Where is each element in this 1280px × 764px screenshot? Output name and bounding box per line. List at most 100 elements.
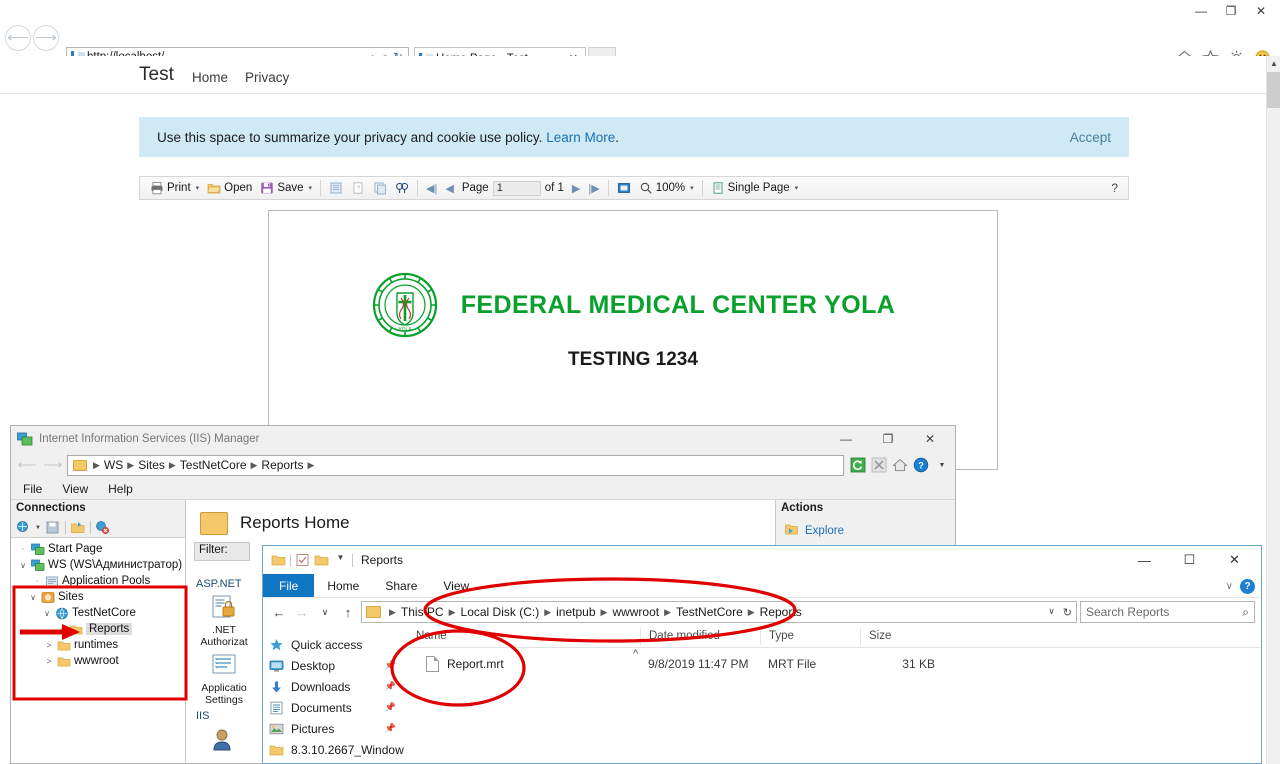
column-header-type[interactable]: Type (760, 628, 860, 645)
tree-node-application-pools[interactable]: ‧ Application Pools (14, 573, 185, 589)
tree-node-testnetcore[interactable]: ∨ TestNetCore (14, 605, 185, 621)
feature-label-application-settings[interactable]: Applicatio Settings (194, 682, 254, 706)
refresh-icon[interactable]: ↻ (1063, 606, 1072, 619)
tree-expander[interactable]: ∨ (28, 593, 38, 602)
help-button[interactable]: ? (1111, 181, 1122, 195)
column-header-date-modified[interactable]: Date modified (640, 628, 760, 645)
fullscreen-button[interactable] (613, 178, 635, 198)
last-page-button[interactable]: |▶ (584, 182, 603, 195)
tree-node-start-page[interactable]: ‧ Start Page (14, 541, 185, 557)
nav-item-quick-access[interactable]: Quick access (269, 634, 408, 655)
explorer-breadcrumb[interactable]: ▶ This PC ▶ Local Disk (C:) ▶ inetpub ▶ … (361, 601, 1077, 623)
search-input[interactable]: Search Reports ⌕ (1080, 601, 1255, 623)
breadcrumb-item-this-pc[interactable]: This PC (401, 605, 444, 619)
accept-button[interactable]: Accept (1070, 130, 1111, 145)
help-icon[interactable]: ? (912, 456, 930, 474)
column-header-size[interactable]: Size (860, 628, 935, 645)
view-mode-control[interactable]: Single Page ▾ (707, 178, 803, 198)
tree-node-ws[interactable]: ∨ WS (WS\Администратор) (14, 557, 185, 573)
ribbon-tab-share[interactable]: Share (372, 574, 430, 597)
nav-item-windows-folder[interactable]: 8.3.10.2667_Window (269, 739, 408, 760)
tree-node-wwwroot[interactable]: > wwwroot (14, 653, 185, 669)
view-mode-caret-icon[interactable]: ▾ (793, 184, 799, 192)
explorer-minimize-button[interactable]: — (1122, 547, 1167, 574)
zoom-caret-icon[interactable]: ▾ (688, 184, 694, 192)
site-brand[interactable]: Test (139, 64, 174, 86)
breadcrumb-item-testnetcore[interactable]: TestNetCore (676, 605, 743, 619)
explorer-close-button[interactable]: ✕ (1212, 547, 1257, 574)
home-icon[interactable] (891, 456, 909, 474)
help-caret-icon[interactable]: ▼ (933, 456, 951, 474)
browser-minimize-button[interactable]: — (1186, 2, 1216, 20)
find-button[interactable] (391, 178, 413, 198)
pin-icon[interactable]: 📌 (385, 681, 396, 692)
customize-caret-icon[interactable]: ▼ (333, 553, 348, 567)
parameters-button[interactable]: ? (347, 178, 369, 198)
application-settings-icon[interactable] (209, 652, 239, 680)
authentication-icon[interactable] (209, 726, 239, 754)
connect-caret-icon[interactable]: ▼ (35, 525, 41, 531)
open-button[interactable]: Open (203, 178, 256, 198)
tree-expander[interactable]: > (44, 641, 54, 650)
breadcrumb-item-wwwroot[interactable]: wwwroot (612, 605, 659, 619)
iis-close-button[interactable]: ✕ (909, 427, 951, 451)
properties-icon[interactable] (295, 553, 310, 567)
column-header-name[interactable]: Name (408, 628, 640, 645)
back-icon[interactable]: ← (269, 605, 289, 620)
iis-breadcrumb[interactable]: ▶ WS ▶ Sites ▶ TestNetCore ▶ Reports ▶ (67, 454, 844, 476)
search-icon[interactable]: ⌕ (1242, 605, 1249, 620)
iis-back-icon[interactable]: ⟵ (15, 454, 39, 476)
nav-item-downloads[interactable]: Downloads 📌 (269, 676, 408, 697)
breadcrumb-item-local-disk[interactable]: Local Disk (C:) (461, 605, 540, 619)
stop-icon[interactable] (870, 456, 888, 474)
tree-expander[interactable]: > (44, 657, 54, 666)
chevron-down-icon[interactable]: ∨ (1226, 581, 1233, 592)
save-button[interactable]: Save ▾ (256, 178, 316, 198)
tree-node-reports[interactable]: ‧ Reports (14, 621, 185, 637)
export-button[interactable] (369, 178, 391, 198)
ribbon-tab-file[interactable]: File (263, 574, 315, 597)
tree-node-sites[interactable]: ∨ Sites (14, 589, 185, 605)
save-icon[interactable] (45, 520, 61, 536)
scrollbar-thumb[interactable] (1267, 72, 1280, 108)
print-button[interactable]: Print ▾ (146, 178, 203, 198)
up-icon[interactable]: ↑ (338, 605, 358, 620)
nav-item-documents[interactable]: Documents 📌 (269, 697, 408, 718)
new-folder-icon[interactable] (314, 553, 329, 567)
nav-item-pictures[interactable]: Pictures 📌 (269, 718, 408, 739)
breadcrumb-item-testnetcore[interactable]: TestNetCore (180, 458, 247, 472)
explorer-maximize-button[interactable]: ☐ (1167, 547, 1212, 574)
breadcrumb-item-sites[interactable]: Sites (138, 458, 165, 472)
prev-page-button[interactable]: ◀ (441, 182, 457, 195)
ribbon-tab-view[interactable]: View (430, 574, 482, 597)
recent-locations-icon[interactable]: ∨ (315, 607, 335, 618)
menu-item-help[interactable]: Help (108, 482, 133, 496)
refresh-icon[interactable] (849, 456, 867, 474)
browser-close-button[interactable]: ✕ (1246, 2, 1276, 20)
zoom-control[interactable]: 100% ▾ (635, 178, 698, 198)
breadcrumb-item-inetpub[interactable]: inetpub (556, 605, 595, 619)
first-page-button[interactable]: ◀| (422, 182, 441, 195)
tree-node-runtimes[interactable]: > runtimes (14, 637, 185, 653)
iis-maximize-button[interactable]: ❐ (867, 427, 909, 451)
breadcrumb-item-ws[interactable]: WS (104, 458, 123, 472)
tree-expander[interactable]: ∨ (18, 561, 28, 570)
nav-link-privacy[interactable]: Privacy (245, 70, 289, 85)
next-page-button[interactable]: ▶ (568, 182, 584, 195)
iis-forward-icon[interactable]: ⟶ (41, 454, 65, 476)
feature-label-net-authorization[interactable]: .NET Authorizat (194, 624, 254, 648)
forward-icon[interactable]: → (292, 605, 312, 620)
breadcrumb-item-reports[interactable]: Reports (760, 605, 802, 619)
learn-more-link[interactable]: Learn More (546, 130, 615, 145)
nav-item-desktop[interactable]: Desktop 📌 (269, 655, 408, 676)
bookmarks-button[interactable] (325, 178, 347, 198)
help-icon[interactable]: ? (1240, 579, 1255, 594)
menu-item-file[interactable]: File (23, 482, 42, 496)
forward-icon[interactable]: ⟶ (33, 25, 59, 51)
breadcrumb-dropdown-icon[interactable]: ∨ (1048, 606, 1055, 619)
breadcrumb-item-reports[interactable]: Reports (261, 458, 303, 472)
iis-minimize-button[interactable]: — (825, 427, 867, 451)
connect-icon[interactable] (15, 520, 31, 536)
scroll-up-button[interactable]: ▲ (1267, 56, 1280, 72)
table-row[interactable]: Report.mrt 9/8/2019 11:47 PM MRT File 31… (408, 652, 1261, 676)
